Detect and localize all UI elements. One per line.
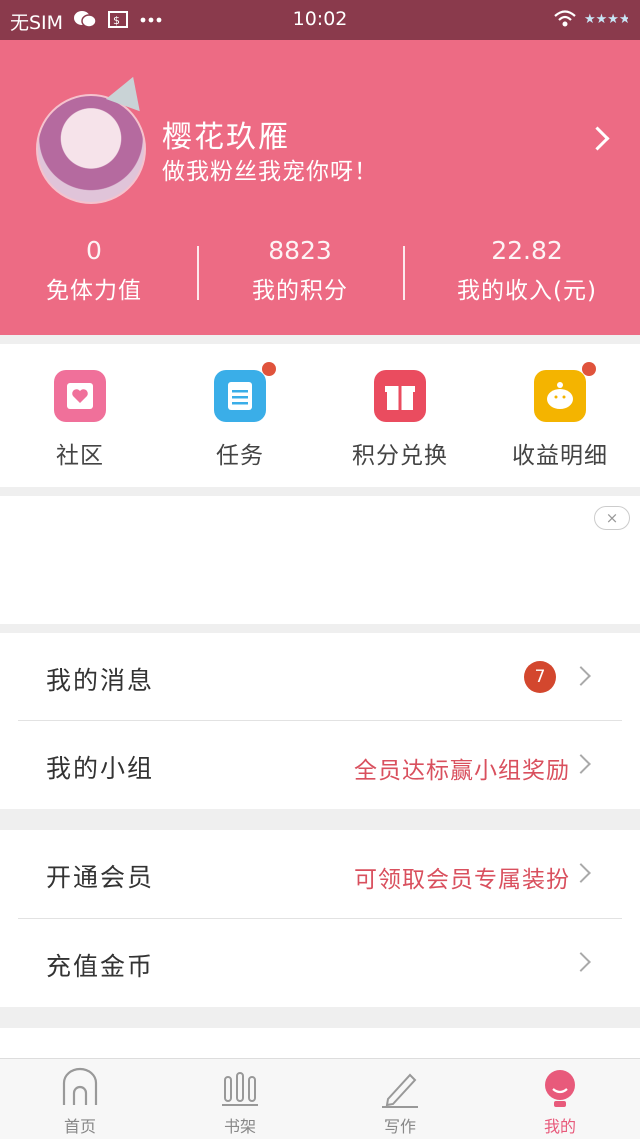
stat-value: 8823 <box>268 236 332 265</box>
menu-row-groups[interactable]: 我的小组 全员达标赢小组奖励 <box>18 721 622 809</box>
close-icon[interactable]: × <box>594 506 630 530</box>
shortcut-label: 积分兑换 <box>352 443 448 469</box>
menu-row-membership[interactable]: 开通会员 可领取会员专属装扮 <box>18 830 622 918</box>
tab-write[interactable]: 写作 <box>320 1059 480 1139</box>
piggy-bank-icon <box>534 362 596 422</box>
menu-row-title: 开通会员 <box>46 863 155 892</box>
menu-group-account: 开通会员 可领取会员专属装扮 充值金币 <box>0 830 640 1007</box>
shortcut-income-detail[interactable]: 收益明细 <box>480 362 640 470</box>
tab-home[interactable]: 首页 <box>0 1059 160 1139</box>
tab-label: 书架 <box>223 1117 256 1136</box>
shortcut-label: 收益明细 <box>512 443 608 469</box>
tab-bookshelf[interactable]: 书架 <box>160 1059 320 1139</box>
message-count-badge: 7 <box>524 661 556 693</box>
gift-icon <box>374 370 426 422</box>
stat-points[interactable]: 8823 我的积分 <box>210 236 390 305</box>
wifi-icon <box>552 8 578 33</box>
tab-label: 写作 <box>383 1117 416 1136</box>
menu-row-title: 我的小组 <box>46 754 155 783</box>
stat-stamina[interactable]: 0 免体力值 <box>4 236 184 305</box>
pencil-icon <box>382 1073 418 1108</box>
menu-row-recharge[interactable]: 充值金币 <box>18 919 622 1007</box>
bottom-tab-bar: 首页 书架 写作 我的 <box>0 1058 640 1139</box>
status-time: 10:02 <box>292 8 348 30</box>
profile-header[interactable]: 樱花玖雁 做我粉丝我宠你呀！ 0 免体力值 8823 我的积分 22.82 我的… <box>0 40 640 335</box>
stat-income[interactable]: 22.82 我的收入(元) <box>437 236 617 305</box>
stat-value: 22.82 <box>491 236 563 265</box>
menu-group-partial <box>0 1028 640 1058</box>
menu-row-hint: 全员达标赢小组奖励 <box>354 758 570 784</box>
signature: 做我粉丝我宠你呀！ <box>162 159 378 185</box>
stat-divider <box>403 246 405 300</box>
task-list-icon <box>214 362 276 422</box>
status-bar: 无SIM $ 10:02 ★★★★ <box>0 0 640 40</box>
chevron-right-icon[interactable] <box>585 126 610 151</box>
battery-icon: ★★★★ <box>584 8 631 33</box>
shortcut-label: 任务 <box>216 443 264 469</box>
username: 樱花玖雁 <box>162 120 290 155</box>
notification-dot <box>262 362 276 376</box>
stat-divider <box>197 246 199 300</box>
shortcut-points-exchange[interactable]: 积分兑换 <box>320 370 480 470</box>
bookshelf-icon <box>222 1072 258 1106</box>
svg-text:★★★★: ★★★★ <box>584 12 628 27</box>
stat-label: 我的收入(元) <box>457 278 597 304</box>
profile-icon <box>545 1070 575 1107</box>
chevron-right-icon <box>571 863 591 883</box>
community-heart-icon <box>54 370 106 422</box>
tab-mine[interactable]: 我的 <box>480 1059 640 1139</box>
menu-group-social: 我的消息 7 我的小组 全员达标赢小组奖励 <box>0 633 640 809</box>
menu-row-title: 充值金币 <box>46 952 155 981</box>
stat-label: 免体力值 <box>46 278 142 304</box>
tab-label: 我的 <box>543 1117 576 1136</box>
menu-row-messages[interactable]: 我的消息 7 <box>18 633 622 721</box>
avatar[interactable] <box>36 94 146 204</box>
notification-dot <box>582 362 596 376</box>
chevron-right-icon <box>571 754 591 774</box>
chevron-right-icon <box>571 952 591 972</box>
home-icon <box>62 1067 98 1105</box>
ad-banner[interactable]: × <box>0 496 640 624</box>
shortcut-community[interactable]: 社区 <box>0 370 160 470</box>
shortcut-tasks[interactable]: 任务 <box>160 362 320 470</box>
menu-row-hint: 可领取会员专属装扮 <box>354 867 570 893</box>
menu-row-title: 我的消息 <box>46 666 155 695</box>
tab-label: 首页 <box>63 1117 96 1136</box>
shortcut-label: 社区 <box>56 443 104 469</box>
stat-value: 0 <box>86 236 102 265</box>
stat-label: 我的积分 <box>252 278 348 304</box>
chevron-right-icon <box>571 666 591 686</box>
shortcut-grid: 社区 任务 积分兑换 收益明细 <box>0 344 640 487</box>
